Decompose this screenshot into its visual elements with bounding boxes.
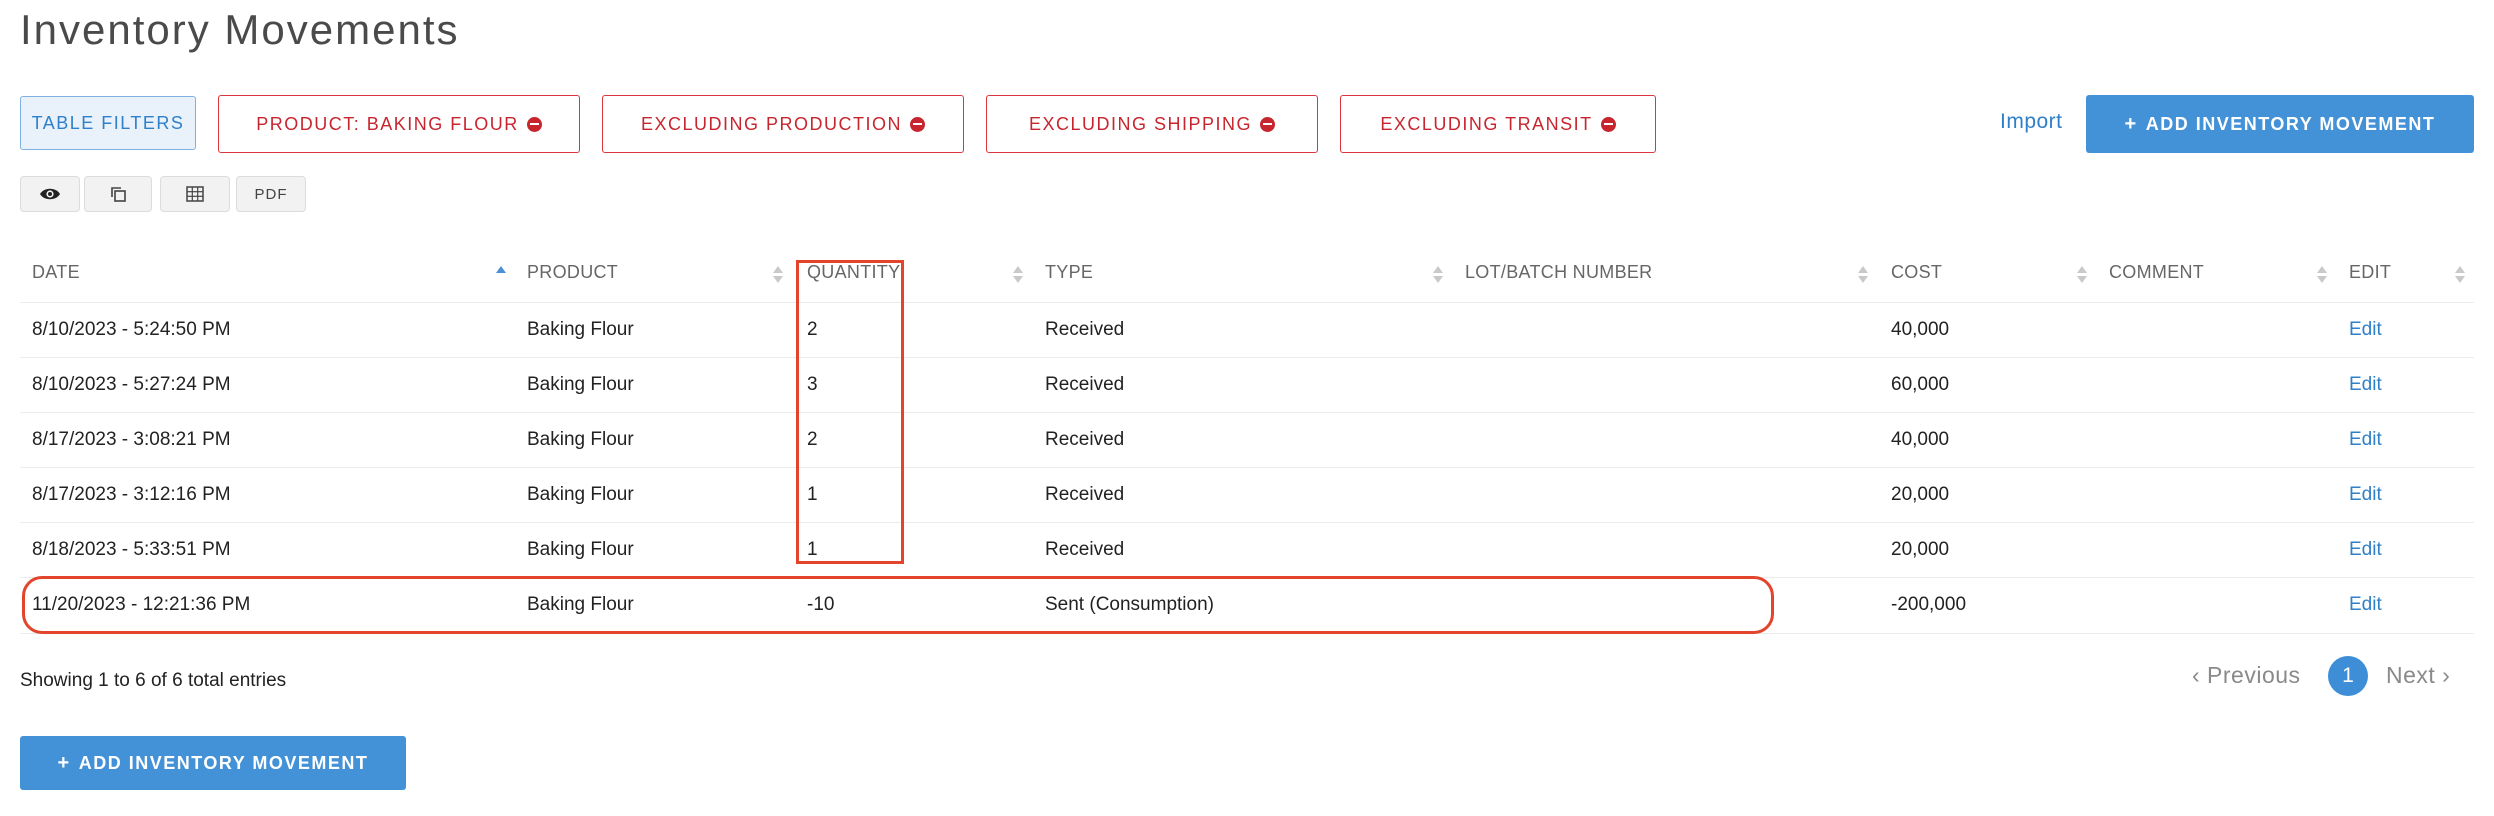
row-divider xyxy=(20,522,2474,523)
cell-cost: 20,000 xyxy=(1891,484,1950,505)
cell-cost: 20,000 xyxy=(1891,539,1950,560)
cell-type: Received xyxy=(1045,319,1125,340)
entries-summary: Showing 1 to 6 of 6 total entries xyxy=(20,670,287,691)
cell-quantity: -10 xyxy=(807,594,835,615)
cell-date: 8/17/2023 - 3:08:21 PM xyxy=(32,429,231,450)
sort-icon[interactable] xyxy=(2455,265,2465,285)
cell-date: 11/20/2023 - 12:21:36 PM xyxy=(32,594,251,615)
add-inventory-movement-button-bottom[interactable]: + ADD INVENTORY MOVEMENT xyxy=(20,736,406,790)
import-link[interactable]: Import xyxy=(2000,110,2063,134)
filter-chip-label: PRODUCT: BAKING FLOUR xyxy=(256,113,519,134)
cell-product: Baking Flour xyxy=(527,484,634,505)
export-csv-button[interactable] xyxy=(160,176,230,212)
remove-filter-icon[interactable] xyxy=(1260,116,1276,132)
export-pdf-button[interactable]: PDF xyxy=(236,176,306,212)
edit-link[interactable]: Edit xyxy=(2349,594,2382,616)
cell-type: Received xyxy=(1045,374,1125,395)
edit-link[interactable]: Edit xyxy=(2349,374,2382,396)
cell-product: Baking Flour xyxy=(527,539,634,560)
table-icon xyxy=(186,186,204,202)
edit-link[interactable]: Edit xyxy=(2349,319,2382,341)
column-header-cost[interactable]: COST xyxy=(1891,262,1942,283)
sort-icon[interactable] xyxy=(1858,265,1868,285)
cell-date: 8/18/2023 - 5:33:51 PM xyxy=(32,539,231,560)
column-header-comment[interactable]: COMMENT xyxy=(2109,262,2204,283)
row-divider xyxy=(20,302,2474,303)
sort-icon[interactable] xyxy=(2317,265,2327,285)
column-visibility-button[interactable] xyxy=(20,176,80,212)
sort-ascending-icon[interactable] xyxy=(496,265,506,285)
edit-link[interactable]: Edit xyxy=(2349,539,2382,561)
pagination-next[interactable]: Next › xyxy=(2386,662,2450,689)
add-button-label: ADD INVENTORY MOVEMENT xyxy=(78,752,369,773)
cell-cost: 60,000 xyxy=(1891,374,1950,395)
cell-quantity: 1 xyxy=(807,484,818,505)
cell-cost: -200,000 xyxy=(1891,594,1967,615)
add-inventory-movement-button[interactable]: + ADD INVENTORY MOVEMENT xyxy=(2086,95,2474,153)
row-divider xyxy=(20,467,2474,468)
row-divider xyxy=(20,357,2474,358)
cell-type: Sent (Consumption) xyxy=(1045,594,1214,615)
sort-icon[interactable] xyxy=(2077,265,2087,285)
remove-filter-icon[interactable] xyxy=(910,116,926,132)
cell-cost: 40,000 xyxy=(1891,429,1950,450)
cell-date: 8/10/2023 - 5:27:24 PM xyxy=(32,374,231,395)
eye-icon xyxy=(40,188,60,200)
edit-link[interactable]: Edit xyxy=(2349,429,2382,451)
row-divider xyxy=(20,412,2474,413)
cell-date: 8/10/2023 - 5:24:50 PM xyxy=(32,319,231,340)
remove-filter-icon[interactable] xyxy=(1600,116,1616,132)
column-header-type[interactable]: TYPE xyxy=(1045,262,1093,283)
sort-icon[interactable] xyxy=(1013,265,1023,285)
cell-type: Received xyxy=(1045,484,1125,505)
filter-chip-label: EXCLUDING PRODUCTION xyxy=(640,113,903,134)
sort-icon[interactable] xyxy=(773,265,783,285)
edit-link[interactable]: Edit xyxy=(2349,484,2382,506)
cell-type: Received xyxy=(1045,429,1125,450)
filter-chip-label: EXCLUDING TRANSIT xyxy=(1380,113,1593,134)
filter-chip-shipping[interactable]: EXCLUDING SHIPPING xyxy=(986,95,1318,153)
copy-button[interactable] xyxy=(84,176,152,212)
cell-product: Baking Flour xyxy=(527,594,634,615)
cell-quantity: 1 xyxy=(807,539,818,560)
sort-icon[interactable] xyxy=(1433,265,1443,285)
column-header-quantity[interactable]: QUANTITY xyxy=(807,262,900,283)
remove-filter-icon[interactable] xyxy=(526,116,542,132)
column-header-edit[interactable]: EDIT xyxy=(2349,262,2391,283)
page-title: Inventory Movements xyxy=(20,6,460,53)
plus-icon: + xyxy=(2124,112,2138,135)
column-header-date[interactable]: DATE xyxy=(32,262,80,283)
cell-date: 8/17/2023 - 3:12:16 PM xyxy=(32,484,231,505)
add-button-label: ADD INVENTORY MOVEMENT xyxy=(2145,113,2436,134)
cell-product: Baking Flour xyxy=(527,319,634,340)
cell-quantity: 2 xyxy=(807,319,818,340)
column-header-product[interactable]: PRODUCT xyxy=(527,262,618,283)
copy-icon xyxy=(111,187,126,202)
cell-cost: 40,000 xyxy=(1891,319,1950,340)
consumption-row-highlight xyxy=(22,576,1774,634)
row-divider xyxy=(20,633,2474,634)
filter-chip-production[interactable]: EXCLUDING PRODUCTION xyxy=(602,95,964,153)
filter-chip-label: EXCLUDING SHIPPING xyxy=(1028,113,1253,134)
cell-product: Baking Flour xyxy=(527,429,634,450)
cell-quantity: 2 xyxy=(807,429,818,450)
cell-product: Baking Flour xyxy=(527,374,634,395)
filter-chip-product[interactable]: PRODUCT: BAKING FLOUR xyxy=(218,95,580,153)
pagination-previous[interactable]: ‹ Previous xyxy=(2192,662,2301,689)
plus-icon: + xyxy=(57,751,71,774)
filter-chip-transit[interactable]: EXCLUDING TRANSIT xyxy=(1340,95,1656,153)
pagination-page-current[interactable]: 1 xyxy=(2328,656,2368,696)
table-filters-button[interactable]: TABLE FILTERS xyxy=(20,96,196,150)
column-header-lot-batch[interactable]: LOT/BATCH NUMBER xyxy=(1465,262,1652,283)
cell-type: Received xyxy=(1045,539,1125,560)
cell-quantity: 3 xyxy=(807,374,818,395)
row-divider xyxy=(20,577,2474,578)
